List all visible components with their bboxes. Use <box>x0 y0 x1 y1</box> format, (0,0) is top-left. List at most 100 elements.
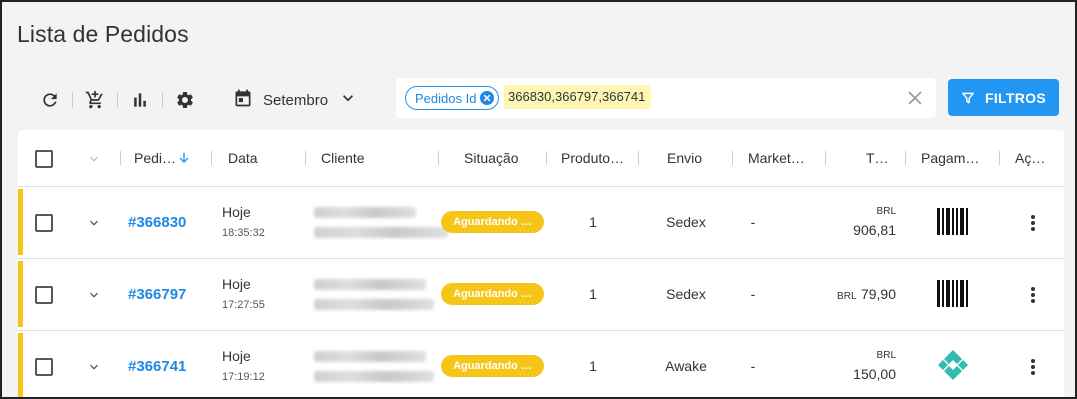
row-actions-menu[interactable] <box>1028 285 1038 305</box>
filter-chip-value: 366830,366797,366741 <box>504 85 652 109</box>
column-header-pagamento[interactable]: Pagam… <box>921 150 979 166</box>
product-count: 1 <box>589 358 597 374</box>
cart-add-icon[interactable] <box>83 88 107 112</box>
table-row[interactable]: #366741 Hoje 17:19:12 Aguardando … 1 Awa… <box>18 331 1064 397</box>
filter-input[interactable]: Pedidos Id 366830,366797,366741 <box>396 78 936 118</box>
client-email-blurred <box>314 299 434 310</box>
client-email-blurred <box>314 371 434 382</box>
toolbar-divider <box>117 92 118 108</box>
order-total: BRL 79,90 <box>837 286 896 304</box>
status-indicator <box>18 261 23 327</box>
status-badge: Aguardando … <box>441 283 544 305</box>
filter-icon <box>962 92 974 103</box>
filters-button[interactable]: FILTROS <box>948 79 1059 116</box>
column-divider <box>638 151 639 165</box>
total-currency: BRL <box>837 291 857 302</box>
table-row[interactable]: #366797 Hoje 17:27:55 Aguardando … 1 Sed… <box>18 259 1064 331</box>
client-name-blurred <box>314 279 426 290</box>
marketplace: - <box>750 214 756 230</box>
chevron-down-icon <box>338 88 358 113</box>
column-divider <box>211 151 212 165</box>
order-time: 17:27:55 <box>222 299 265 311</box>
sort-arrow-icon[interactable] <box>176 150 192 169</box>
column-divider <box>732 151 733 165</box>
column-divider <box>546 151 547 165</box>
column-header-envio[interactable]: Envio <box>667 150 702 166</box>
status-badge: Aguardando … <box>441 355 544 377</box>
order-id-link[interactable]: #366797 <box>128 286 186 303</box>
order-date: Hoje <box>222 204 251 220</box>
bar-chart-icon[interactable] <box>128 88 152 112</box>
shipping-method: Sedex <box>666 286 706 302</box>
toolbar-divider <box>72 92 73 108</box>
order-total: BRL 906,81 <box>853 206 896 238</box>
chevron-down-icon[interactable] <box>86 287 102 303</box>
toolbar-divider <box>162 92 163 108</box>
total-amount: 906,81 <box>853 222 896 238</box>
order-id-link[interactable]: #366830 <box>128 214 186 231</box>
shipping-method: Awake <box>665 358 707 374</box>
total-currency: BRL <box>876 350 896 361</box>
column-header-cliente[interactable]: Cliente <box>321 150 365 166</box>
row-checkbox[interactable] <box>35 214 53 232</box>
status-indicator <box>18 333 23 397</box>
order-time: 18:35:32 <box>222 227 265 239</box>
client-name-blurred <box>314 207 416 218</box>
total-currency: BRL <box>876 206 896 217</box>
toolbar: Setembro <box>38 86 358 114</box>
row-checkbox[interactable] <box>35 286 53 304</box>
orders-table: Pedi… Data Cliente Situação Produto… Env… <box>18 130 1064 397</box>
column-divider <box>905 151 906 165</box>
clear-filter-icon[interactable] <box>906 89 924 107</box>
table-row[interactable]: #366830 Hoje 18:35:32 Aguardando … 1 Sed… <box>18 187 1064 259</box>
filter-chip-label: Pedidos Id <box>415 90 477 106</box>
order-time: 17:19:12 <box>222 371 265 383</box>
select-all-checkbox[interactable] <box>35 150 53 168</box>
column-divider <box>438 151 439 165</box>
filters-button-label: FILTROS <box>985 89 1046 106</box>
column-divider <box>825 151 826 165</box>
chevron-down-icon[interactable] <box>86 151 102 167</box>
chevron-down-icon[interactable] <box>86 359 102 375</box>
row-actions-menu[interactable] <box>1028 357 1038 377</box>
app-window: Lista de Pedidos Setembro Pedidos Id 366… <box>0 0 1077 399</box>
column-divider <box>305 151 306 165</box>
filter-chip[interactable]: Pedidos Id <box>405 86 500 110</box>
status-indicator <box>18 189 23 255</box>
order-date: Hoje <box>222 276 251 292</box>
shipping-method: Sedex <box>666 214 706 230</box>
order-total: BRL 150,00 <box>853 350 896 382</box>
column-header-produtos[interactable]: Produto… <box>561 150 624 166</box>
column-header-total[interactable]: T… <box>866 150 889 166</box>
status-badge: Aguardando … <box>441 211 544 233</box>
client-name-blurred <box>314 351 426 362</box>
product-count: 1 <box>589 214 597 230</box>
calendar-icon <box>233 88 253 113</box>
row-checkbox[interactable] <box>35 358 53 376</box>
marketplace: - <box>750 286 756 302</box>
gear-icon[interactable] <box>173 88 197 112</box>
order-id-link[interactable]: #366741 <box>128 358 186 375</box>
column-divider <box>120 151 121 165</box>
pix-icon <box>936 348 970 380</box>
boleto-icon <box>936 208 970 236</box>
page-title: Lista de Pedidos <box>17 21 189 47</box>
refresh-icon[interactable] <box>38 88 62 112</box>
month-selector[interactable]: Setembro <box>233 88 358 113</box>
column-header-marketplace[interactable]: Market… <box>748 150 805 166</box>
total-amount: 150,00 <box>853 366 896 382</box>
month-label: Setembro <box>263 91 329 109</box>
product-count: 1 <box>589 286 597 302</box>
chip-remove-icon[interactable] <box>480 91 495 105</box>
column-header-acoes[interactable]: Aç… <box>1015 150 1045 166</box>
row-actions-menu[interactable] <box>1028 213 1038 233</box>
column-header-pedido[interactable]: Pedi… <box>134 150 176 166</box>
total-amount: 79,90 <box>860 286 896 302</box>
column-header-situacao[interactable]: Situação <box>464 150 518 166</box>
chevron-down-icon[interactable] <box>86 215 102 231</box>
client-email-blurred <box>314 227 448 238</box>
order-date: Hoje <box>222 348 251 364</box>
column-header-data[interactable]: Data <box>228 150 258 166</box>
marketplace: - <box>750 358 756 374</box>
table-header: Pedi… Data Cliente Situação Produto… Env… <box>18 130 1064 187</box>
